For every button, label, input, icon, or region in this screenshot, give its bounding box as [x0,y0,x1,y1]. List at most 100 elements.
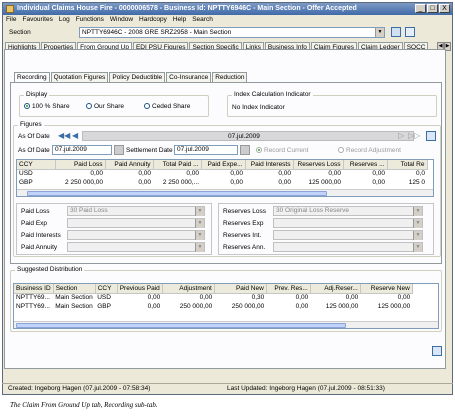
maximize-button[interactable]: □ [427,4,438,13]
chevron-down-icon[interactable]: ▼ [195,243,204,252]
title-bar: Individual Claims House Fire - 000000657… [3,3,452,15]
fast-forward-icon[interactable]: ▷▷ [408,131,420,140]
col-header[interactable]: Adjustment [162,284,215,294]
figures-hscroll[interactable] [17,189,433,196]
cell: 0,00 [230,179,243,186]
refresh-icon[interactable] [391,27,401,37]
menu-help[interactable]: Help [173,15,186,25]
col-header[interactable]: CCY [95,284,118,294]
col-header[interactable]: Business ID [14,284,54,294]
chevron-down-icon[interactable]: ▼ [413,243,422,252]
table-row[interactable]: GBP 2 250 000,00 0,00 2 250 000,... 0,00… [17,178,427,187]
col-header[interactable]: Adj.Reser... [310,284,361,294]
cell: 0,00 [138,179,151,186]
col-header[interactable]: Prev. Res... [266,284,311,294]
col-header[interactable]: Previous Paid [117,284,163,294]
tree-view-icon[interactable] [405,27,415,37]
col-header[interactable]: Section [53,284,96,294]
chevron-down-icon[interactable]: ▼ [195,219,204,228]
col-header[interactable]: CCY [17,160,56,170]
paid-interests-select[interactable]: ▼ [67,230,205,240]
as-of-date-input[interactable]: 07.jul.2009 [52,145,112,155]
subtab-policy-deductible[interactable]: Policy Deductible [109,72,166,82]
paid-exp-label: Paid Exp [21,220,48,227]
radio-ceded-share[interactable]: Ceded Share [144,103,190,110]
chevron-down-icon[interactable]: ▼ [195,231,204,240]
chevron-down-icon[interactable]: ▼ [413,231,422,240]
subtab-co-insurance[interactable]: Co-Insurance [166,72,212,82]
chevron-down-icon[interactable]: ▼ [195,207,204,216]
col-header[interactable]: Total Re [387,160,428,170]
forward-icon[interactable]: ▷ [398,131,404,140]
section-value: NPTTY6946C - 2008 GRE SRZ2958 - Main Sec… [82,29,232,36]
menu-hardcopy[interactable]: Hardcopy [139,15,167,25]
settlement-calendar-icon[interactable] [240,145,250,155]
print-icon[interactable] [432,346,442,356]
record-current-radio[interactable]: Record Current [256,147,308,154]
cell: 0,00 [345,294,359,302]
cell: 0,00 [397,294,411,302]
index-legend: Index Calculation Indicator [232,91,313,98]
display-group: Display 100 % Share Our Share Ceded Shar… [19,91,209,117]
paid-loss-select[interactable]: 30 Paid Loss ▼ [67,206,205,216]
cell: 0,00 [295,294,309,302]
cell: 0,00 [90,170,103,178]
col-header[interactable]: Reserves Loss [293,160,344,170]
reserves-loss-label: Reserves Loss [223,208,266,215]
reserves-loss-select[interactable]: 30 Original Loss Reserve ▼ [273,206,423,216]
cell: USD [19,170,33,178]
paid-annuity-select[interactable]: ▼ [67,242,205,252]
record-adjustment-radio[interactable]: Record Adjustment [338,147,401,154]
reserves-ann-select[interactable]: ▼ [273,242,423,252]
section-select[interactable]: NPTTY6946C - 2008 GRE SRZ2958 - Main Sec… [79,27,385,38]
table-row[interactable]: NPTTY69... Main Section USD 0,00 0,00 0,… [14,293,412,302]
subtab-quotation-figures[interactable]: Quotation Figures [50,72,109,82]
calculator-icon[interactable] [426,131,436,141]
table-row[interactable]: NPTTY69... Main Section GBP 0,00 250 000… [14,302,412,311]
settlement-date-input[interactable]: 07.jul.2009 [174,145,238,155]
cell: 0,00 [372,179,385,186]
reserves-exp-label: Reserves Exp [223,220,264,227]
menu-search[interactable]: Search [192,15,213,25]
suggested-hscroll-thumb[interactable] [16,323,346,328]
menu-favourites[interactable]: Favourites [22,15,52,25]
figures-header-row: CCY Paid Loss Paid Annuity Total Paid ..… [17,160,428,170]
col-header[interactable]: Total Paid ... [153,160,202,170]
cell: Main Section [55,294,93,302]
suggested-hscroll[interactable] [14,321,438,328]
figures-hscroll-thumb[interactable] [27,191,327,196]
cell: 0,00 [328,170,341,178]
col-header[interactable]: Paid Annuity [105,160,154,170]
menu-functions[interactable]: Functions [76,15,104,25]
status-bar: Created: Ingeborg Hagen (07.jul.2009 - 0… [2,383,453,394]
reserves-int-label: Reserves Int. [223,232,262,239]
col-header[interactable]: Paid Interests [245,160,294,170]
paid-exp-select[interactable]: ▼ [67,218,205,228]
chevron-down-icon[interactable]: ▼ [375,28,384,37]
close-button[interactable]: X [439,4,450,13]
col-header[interactable]: Paid Loss [55,160,106,170]
subtab-reduction[interactable]: Reduction [212,72,248,82]
col-header[interactable]: Paid New [214,284,267,294]
table-row[interactable]: USD 0,00 0,00 0,00 0,00 0,00 0,00 0,00 0… [17,169,427,178]
radio-our-share[interactable]: Our Share [86,103,124,110]
menu-log[interactable]: Log [59,15,70,25]
paid-loss-label: Paid Loss [21,208,50,215]
cell: 0,0 [415,170,425,178]
chevron-down-icon[interactable]: ▼ [413,207,422,216]
calendar-icon[interactable] [114,145,124,155]
radio-ceded-share-label: Ceded Share [152,103,191,110]
reserves-exp-select[interactable]: ▼ [273,218,423,228]
rewind-icon[interactable]: ◀◀ [58,131,70,140]
menu-file[interactable]: File [6,15,16,25]
minimize-button[interactable]: _ [415,4,426,13]
back-icon[interactable]: ◀ [72,131,78,140]
figure-caption: The Claim From Ground Up tab, Recording … [10,401,158,409]
radio-100-share[interactable]: 100 % Share [24,103,70,110]
menu-window[interactable]: Window [110,15,133,25]
chevron-down-icon[interactable]: ▼ [413,219,422,228]
col-header[interactable]: Reserves ... [343,160,388,170]
col-header[interactable]: Paid Expe... [201,160,246,170]
col-header[interactable]: Reserve New [360,284,413,294]
reserves-int-select[interactable]: ▼ [273,230,423,240]
